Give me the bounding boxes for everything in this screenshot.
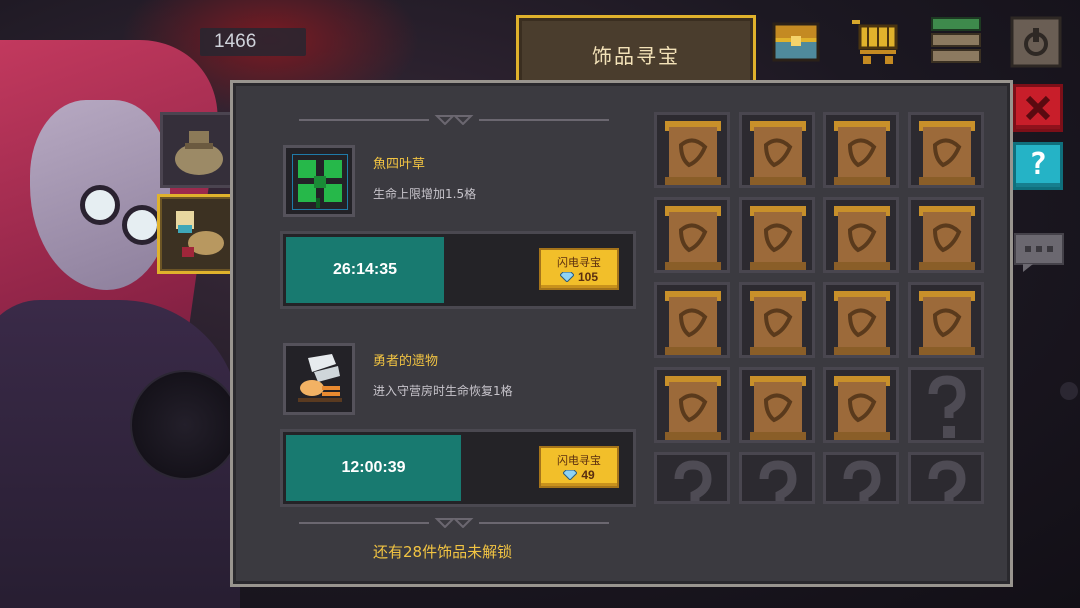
ornament-divider-top xyxy=(299,115,609,125)
scroll-icon xyxy=(919,206,975,270)
title-tab: 饰品寻宝 xyxy=(516,15,756,87)
item-name: 勇者的遗物 xyxy=(373,354,439,369)
scroll-icon xyxy=(665,206,721,270)
timer-countdown: 12:00:39 xyxy=(341,459,406,476)
locked-accessory-slot[interactable] xyxy=(908,452,984,504)
accessory-scroll-slot[interactable] xyxy=(739,112,815,188)
accessory-scroll-slot[interactable] xyxy=(654,282,730,358)
accessory-scroll-slot[interactable] xyxy=(654,197,730,273)
accessory-scroll-slot[interactable] xyxy=(739,367,815,443)
menu-stack-icon[interactable] xyxy=(930,16,982,68)
flash-search-label: 闪电寻宝 xyxy=(557,256,601,269)
scroll-icon xyxy=(834,121,890,185)
treasure-chest-icon[interactable] xyxy=(770,14,822,66)
locked-accessory-slot[interactable] xyxy=(654,452,730,504)
item-description: 生命上限增加1.5格 xyxy=(373,187,477,201)
timer-box: 26:14:35 闪电寻宝 105 xyxy=(280,231,636,309)
scroll-icon xyxy=(750,206,806,270)
accessory-scroll-slot[interactable] xyxy=(908,112,984,188)
locked-count-text: 还有28件饰品未解锁 xyxy=(373,543,513,561)
close-icon xyxy=(1025,95,1051,121)
accessory-scroll-slot[interactable] xyxy=(823,112,899,188)
locked-accessory-slot[interactable] xyxy=(739,452,815,504)
question-mark-icon xyxy=(674,460,712,501)
tab-accessories[interactable] xyxy=(157,194,237,274)
question-mark-icon xyxy=(759,460,797,501)
diamond-icon xyxy=(559,272,574,282)
accessory-telescope-icon xyxy=(176,211,224,257)
scroll-icon xyxy=(750,376,806,440)
scroll-icon xyxy=(919,121,975,185)
character-glasses-right xyxy=(122,205,162,245)
accessory-scroll-slot[interactable] xyxy=(908,282,984,358)
scroll-icon xyxy=(665,376,721,440)
item-icon-slot[interactable] xyxy=(283,145,355,217)
scroll-icon xyxy=(750,291,806,355)
timer-countdown: 26:14:35 xyxy=(332,261,398,278)
flash-search-button[interactable]: 闪电寻宝 49 xyxy=(539,446,619,488)
gem-cost: 105 xyxy=(541,270,617,284)
accessory-scroll-slot[interactable] xyxy=(654,112,730,188)
gem-cost: 49 xyxy=(541,468,617,482)
scroll-icon xyxy=(665,291,721,355)
edge-marker xyxy=(1060,382,1078,400)
item-name: 魚四叶草 xyxy=(373,157,426,172)
scroll-icon xyxy=(919,291,975,355)
exit-door-icon[interactable] xyxy=(1010,16,1062,68)
item-description: 进入守营房时生命恢复1格 xyxy=(373,384,513,398)
bag-icon xyxy=(175,131,223,175)
scroll-icon xyxy=(834,206,890,270)
accessory-scroll-slot[interactable] xyxy=(823,197,899,273)
shopping-cart-icon[interactable] xyxy=(850,14,902,66)
question-mark-icon xyxy=(843,460,881,501)
question-mark-icon xyxy=(928,460,966,501)
four-leaf-clover-icon xyxy=(292,154,348,210)
character-glasses-left xyxy=(80,185,120,225)
scroll-icon xyxy=(750,121,806,185)
brave-relic-icon xyxy=(298,354,342,402)
gem-cost-value: 105 xyxy=(577,270,599,284)
accessory-scroll-slot[interactable] xyxy=(823,367,899,443)
scroll-icon xyxy=(834,376,890,440)
tab-inventory-bag[interactable] xyxy=(160,112,236,188)
diamond-icon xyxy=(563,470,578,480)
accessory-scroll-slot[interactable] xyxy=(739,282,815,358)
locked-accessory-slot[interactable] xyxy=(823,452,899,504)
ornament-divider-bottom xyxy=(299,518,609,528)
chat-bubble-icon[interactable] xyxy=(1013,232,1065,274)
accessory-scroll-slot[interactable] xyxy=(823,282,899,358)
dark-orb xyxy=(130,370,240,480)
treasure-panel: 魚四叶草 生命上限增加1.5格 26:14:35 闪电寻宝 105 勇者的遗物 … xyxy=(230,80,1013,587)
locked-accessory-slot[interactable] xyxy=(908,367,984,443)
gem-cost-value: 49 xyxy=(581,468,595,482)
flash-search-button[interactable]: 闪电寻宝 105 xyxy=(539,248,619,290)
timer-box: 12:00:39 闪电寻宝 49 xyxy=(280,429,636,507)
accessory-scroll-slot[interactable] xyxy=(739,197,815,273)
help-button[interactable]: ? xyxy=(1013,142,1063,190)
item-icon-slot[interactable] xyxy=(283,343,355,415)
scroll-icon xyxy=(665,121,721,185)
accessory-scroll-slot[interactable] xyxy=(654,367,730,443)
close-button[interactable] xyxy=(1013,84,1063,132)
coin-count: 1466 xyxy=(214,31,257,52)
scroll-icon xyxy=(834,291,890,355)
accessory-scroll-slot[interactable] xyxy=(908,197,984,273)
page-title: 饰品寻宝 xyxy=(592,44,680,68)
question-mark-icon xyxy=(928,375,966,438)
flash-search-label: 闪电寻宝 xyxy=(557,454,601,467)
